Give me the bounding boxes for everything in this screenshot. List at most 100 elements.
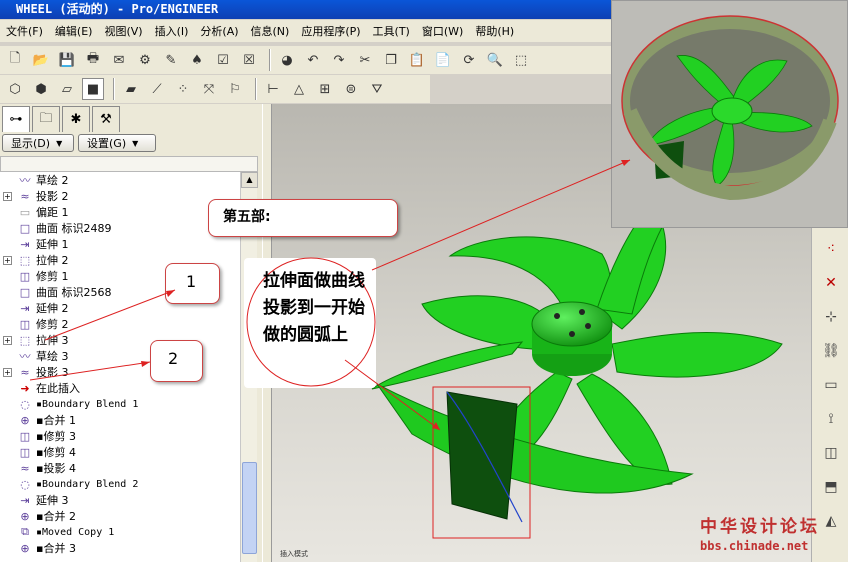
menu-item[interactable]: 窗口(W): [416, 23, 469, 39]
tree-item-label: ▪合并 2: [36, 510, 76, 523]
shading-icon[interactable]: ■: [82, 78, 104, 100]
settings-dropdown-label: 设置(G): [87, 137, 127, 150]
measure-icon[interactable]: ⊢: [262, 78, 284, 100]
show-dropdown[interactable]: 显示(D) ▼: [2, 134, 74, 152]
print-icon[interactable]: 🖶: [82, 49, 104, 71]
tree-item[interactable]: ➜ 在此插入: [0, 380, 240, 396]
tab-folder-browser[interactable]: 🗀: [32, 106, 60, 132]
tree-item[interactable]: ≈ ▪投影 4: [0, 460, 240, 476]
undo-icon[interactable]: ↶: [302, 49, 324, 71]
save-icon[interactable]: 💾: [56, 49, 78, 71]
mass-icon[interactable]: ⊜: [340, 78, 362, 100]
menu-item[interactable]: 工具(T): [367, 23, 416, 39]
window-activate-icon[interactable]: ☑: [212, 49, 234, 71]
inset-hub: [711, 97, 753, 125]
tree-item[interactable]: ⊕ ▪合并 1: [0, 412, 240, 428]
paste-icon[interactable]: 📋: [406, 49, 428, 71]
scroll-up-icon[interactable]: ▲: [241, 172, 258, 188]
tree-item[interactable]: ◫ ▪修剪 3: [0, 428, 240, 444]
expand-icon[interactable]: +: [3, 255, 12, 265]
tree-item[interactable]: ⇥ 延伸 1: [0, 236, 240, 252]
toolbar-separator: [255, 78, 257, 100]
tree-item[interactable]: ◌ ▪Boundary Blend 1: [0, 396, 240, 412]
datum-point-icon[interactable]: ⁖: [818, 236, 844, 262]
menu-bar: 文件(F) 编辑(E) 视图(V) 插入(I) 分析(A) 信息(N) 应用程序(P) 工具(…: [0, 20, 615, 42]
annotations-icon[interactable]: ⚐: [224, 78, 246, 100]
datum-axes-icon[interactable]: ⟋: [146, 78, 168, 100]
expand-icon[interactable]: +: [3, 367, 12, 377]
spade-icon[interactable]: ♠: [186, 49, 208, 71]
table-icon[interactable]: ⊞: [314, 78, 336, 100]
projection-icon: ≈: [20, 189, 30, 203]
tree-item[interactable]: 〰草绘 2: [0, 172, 240, 188]
tree-item[interactable]: + ≈ 投影 2: [0, 188, 240, 204]
expand-icon[interactable]: +: [3, 191, 12, 201]
datum-points-icon[interactable]: ⁘: [172, 78, 194, 100]
tree-item[interactable]: 〰草绘 3: [0, 348, 240, 364]
tree-item-label: 在此插入: [36, 382, 80, 395]
copy-icon[interactable]: ❐: [380, 49, 402, 71]
tree-item[interactable]: ⧉ ▪Moved Copy 1: [0, 524, 240, 540]
settings-dropdown[interactable]: 设置(G) ▼: [78, 134, 156, 152]
hidden-line-icon[interactable]: ⬢: [30, 78, 52, 100]
paste-special-icon[interactable]: 📄: [432, 49, 454, 71]
tree-item[interactable]: ⇥ 延伸 3: [0, 492, 240, 508]
area-icon[interactable]: △: [288, 78, 310, 100]
tree-item-label: 曲面 标识2568: [36, 286, 112, 299]
tree-item[interactable]: ▭ 偏距 1: [0, 204, 240, 220]
datum-curve-icon[interactable]: ✕: [818, 270, 844, 296]
sketch-tool-icon[interactable]: ▭: [818, 372, 844, 398]
menu-item[interactable]: 文件(F): [0, 23, 49, 39]
regenerate-model-icon[interactable]: ⟳: [458, 49, 480, 71]
callout-number-2: 2: [150, 340, 203, 382]
open-folder-icon[interactable]: 📂: [30, 49, 52, 71]
menu-item[interactable]: 编辑(E): [49, 23, 99, 39]
menu-item[interactable]: 应用程序(P): [295, 23, 366, 39]
send-icon[interactable]: ✉: [108, 49, 130, 71]
tab-connections[interactable]: ⚒: [92, 106, 120, 132]
analysis-icon[interactable]: ⛛: [366, 78, 388, 100]
projection-icon: ≈: [20, 365, 30, 379]
redo-icon[interactable]: ↷: [328, 49, 350, 71]
color-appearance-icon[interactable]: ◕: [276, 49, 298, 71]
coordinate-system-icon[interactable]: ⊹: [818, 304, 844, 330]
extend-icon: ⇥: [20, 237, 30, 251]
wireframe-icon[interactable]: ⬡: [4, 78, 26, 100]
datum-axis-icon[interactable]: ⟟: [818, 406, 844, 432]
datum-planes-icon[interactable]: ▰: [120, 78, 142, 100]
expand-icon[interactable]: +: [3, 335, 12, 345]
menu-item[interactable]: 插入(I): [149, 23, 195, 39]
no-hidden-icon[interactable]: ▱: [56, 78, 78, 100]
extrude-tool-icon[interactable]: ◫: [818, 440, 844, 466]
tree-item[interactable]: ◫ ▪修剪 4: [0, 444, 240, 460]
trim-icon: ◫: [19, 429, 31, 443]
new-file-icon[interactable]: 🗋: [4, 49, 26, 71]
coordinate-systems-icon[interactable]: ⤧: [198, 78, 220, 100]
trim-icon: ◫: [19, 317, 31, 331]
tree-item[interactable]: ⊕ ▪合并 2: [0, 508, 240, 524]
tree-item-label: 延伸 3: [36, 494, 69, 507]
menu-item[interactable]: 帮助(H): [469, 23, 520, 39]
menu-item[interactable]: 分析(A): [194, 23, 244, 39]
menu-item[interactable]: 视图(V): [98, 23, 148, 39]
menu-item[interactable]: 信息(N): [245, 23, 296, 39]
script-icon[interactable]: ✎: [160, 49, 182, 71]
tree-item[interactable]: ◌ ▪Boundary Blend 2: [0, 476, 240, 492]
tree-item[interactable]: + ⬚ 拉伸 3: [0, 332, 240, 348]
extruded-surface: [446, 391, 518, 520]
select-box-icon[interactable]: ⬚: [510, 49, 532, 71]
tab-favorites[interactable]: ✱: [62, 106, 90, 132]
revolve-tool-icon[interactable]: ⬒: [818, 474, 844, 500]
tab-model-tree[interactable]: ⊶: [2, 106, 30, 132]
chain-icon[interactable]: ⛓: [818, 338, 844, 364]
projection-icon: ≈: [20, 461, 30, 475]
cut-icon[interactable]: ✂: [354, 49, 376, 71]
close-window-icon[interactable]: ☒: [238, 49, 260, 71]
regenerate-icon[interactable]: ⚙: [134, 49, 156, 71]
tree-item[interactable]: + ≈ 投影 3: [0, 364, 240, 380]
find-icon[interactable]: 🔍: [484, 49, 506, 71]
tree-item[interactable]: ⊕ ▪合并 3: [0, 540, 240, 556]
scroll-thumb[interactable]: [242, 462, 257, 554]
tree-item[interactable]: ◫ 修剪 2: [0, 316, 240, 332]
tree-item[interactable]: □ 曲面 标识2489: [0, 220, 240, 236]
